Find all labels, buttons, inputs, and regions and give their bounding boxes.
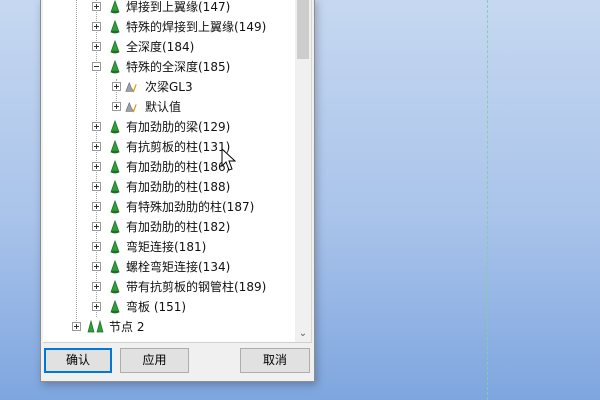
tree-item-label: 有特殊加劲肋的柱(187): [126, 200, 255, 214]
tree-item-label: 有加劲肋的梁(129): [126, 120, 231, 134]
mouse-cursor-icon: [221, 148, 237, 171]
scrollbar-thumb[interactable]: [297, 0, 309, 59]
expand-icon[interactable]: [92, 122, 101, 131]
component-cone-icon: [110, 40, 120, 54]
expand-icon[interactable]: [92, 202, 101, 211]
tree-item-label: 焊接到上翼缘(147): [126, 0, 231, 14]
expand-icon[interactable]: [92, 2, 101, 11]
component-cone-icon: [110, 0, 120, 14]
expand-icon[interactable]: [92, 42, 101, 51]
scroll-down-icon[interactable]: ⌄: [298, 329, 308, 339]
expand-icon[interactable]: [112, 82, 121, 91]
component-cone-icon: [110, 140, 120, 154]
tree-item-label: 弯板 (151): [126, 300, 187, 314]
saved-settings-icon: [125, 81, 137, 93]
apply-button[interactable]: 应用: [120, 348, 189, 373]
saved-settings-icon: [125, 101, 137, 113]
component-cone-icon: [110, 280, 120, 294]
component-cone-icon: [110, 60, 120, 74]
component-cone-icon: [110, 240, 120, 254]
tree-item-label: 特殊的全深度(185): [126, 60, 231, 74]
expand-icon[interactable]: [92, 242, 101, 251]
expand-icon[interactable]: [92, 302, 101, 311]
expand-icon[interactable]: [92, 282, 101, 291]
dashed-guide-line: [487, 0, 488, 400]
tree-item-label: 特殊的焊接到上翼缘(149): [126, 20, 267, 34]
tree-item-label: 全深度(184): [126, 40, 195, 54]
vertical-scrollbar[interactable]: ⌄: [295, 0, 311, 342]
tree-item-label: 弯矩连接(181): [126, 240, 207, 254]
component-cone-icon: [110, 260, 120, 274]
component-cone-icon: [110, 300, 120, 314]
confirm-button[interactable]: 确认: [44, 348, 112, 373]
tree-item-label: 有抗剪板的柱(131): [126, 140, 231, 154]
cancel-button[interactable]: 取消: [240, 348, 310, 373]
tree-item-label: 有加劲肋的柱(182): [126, 220, 231, 234]
component-cone-icon: [110, 20, 120, 34]
component-cone-icon: [110, 120, 120, 134]
component-cone-icon: [110, 180, 120, 194]
connection-group-icon: [87, 320, 104, 333]
expand-icon[interactable]: [92, 182, 101, 191]
expand-icon[interactable]: [112, 102, 121, 111]
tree-item-label: 默认值: [145, 100, 182, 114]
component-cone-icon: [110, 220, 120, 234]
tree-item-label: 带有抗剪板的钢管柱(189): [126, 280, 267, 294]
tree-item-label: 有加劲肋的柱(188): [126, 180, 231, 194]
tree-line: [76, 0, 77, 329]
expand-icon[interactable]: [92, 22, 101, 31]
expand-icon[interactable]: [92, 262, 101, 271]
tree-item-label: 次梁GL3: [145, 80, 193, 94]
expand-icon[interactable]: [92, 142, 101, 151]
expand-icon[interactable]: [72, 322, 81, 331]
tree-item-label: 有加劲肋的柱(186): [126, 160, 231, 174]
expand-icon[interactable]: [92, 222, 101, 231]
collapse-icon[interactable]: [92, 62, 101, 71]
tree-item-label: 螺栓弯矩连接(134): [126, 260, 231, 274]
component-cone-icon: [110, 200, 120, 214]
expand-icon[interactable]: [92, 162, 101, 171]
component-cone-icon: [110, 160, 120, 174]
tree-item-label: 节点 2: [109, 320, 145, 334]
component-tree[interactable]: 焊接到上翼缘(147) 特殊的焊接到上翼缘(149) 全深度(184) 特殊的全…: [43, 0, 312, 343]
component-catalog-dialog: 焊接到上翼缘(147) 特殊的焊接到上翼缘(149) 全深度(184) 特殊的全…: [40, 0, 315, 382]
